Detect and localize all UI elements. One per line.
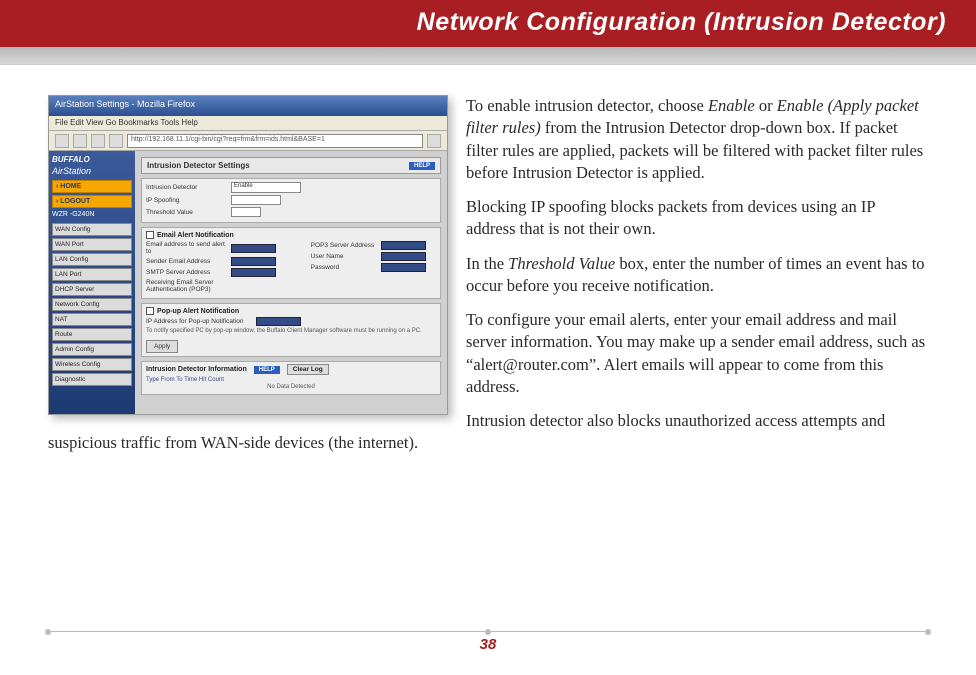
popup-note: To notify specified PC by pop-up window,… — [146, 328, 436, 335]
panel-header: Intrusion Detector Settings HELP — [141, 157, 441, 174]
field-label: POP3 Server Address — [311, 242, 381, 249]
username-input[interactable] — [381, 252, 426, 261]
pop3-server-input[interactable] — [381, 241, 426, 250]
help-button[interactable]: HELP — [254, 366, 280, 374]
sidebar-home[interactable]: › HOME — [52, 180, 132, 193]
sidebar-item[interactable]: Route — [52, 328, 132, 341]
threshold-input[interactable] — [231, 207, 261, 217]
field-label: IP Spoofing — [146, 197, 231, 204]
sidebar-item[interactable]: WAN Config — [52, 223, 132, 236]
section-title: Intrusion Detector Information — [146, 366, 247, 373]
field-label: IP Address for Pop-up Notification — [146, 318, 256, 325]
embedded-screenshot: AirStation Settings - Mozilla Firefox Fi… — [48, 95, 448, 415]
clear-log-button[interactable]: Clear Log — [287, 364, 329, 375]
page-header-banner: Network Configuration (Intrusion Detecto… — [0, 0, 976, 47]
model-number: WZR -G240N — [52, 211, 132, 218]
intrusion-detector-select[interactable]: Enable — [231, 182, 301, 193]
help-button[interactable]: HELP — [409, 162, 435, 170]
sidebar-logout[interactable]: › LOGOUT — [52, 195, 132, 208]
sender-input[interactable] — [231, 257, 276, 266]
stop-icon[interactable] — [109, 134, 123, 148]
header-divider — [0, 47, 976, 65]
field-label: Threshold Value — [146, 209, 231, 216]
section-title: Email Alert Notification — [157, 232, 234, 239]
paragraph-5: Intrusion detector also blocks unauthori… — [48, 410, 928, 455]
password-input[interactable] — [381, 263, 426, 272]
ip-spoofing-input[interactable] — [231, 195, 281, 205]
sidebar-item[interactable]: Admin Config — [52, 343, 132, 356]
field-label: Sender Email Address — [146, 258, 231, 265]
sidebar-item[interactable]: Network Config — [52, 298, 132, 311]
browser-toolbar: http://192.168.11.1/cgi-bin/cgi?req=frm&… — [49, 131, 447, 151]
sidebar-item[interactable]: NAT — [52, 313, 132, 326]
checkbox-icon[interactable] — [146, 307, 154, 315]
go-icon[interactable] — [427, 134, 441, 148]
field-label: Email address to send alert to — [146, 241, 231, 255]
apply-button[interactable]: Apply — [146, 340, 178, 353]
browser-menubar: File Edit View Go Bookmarks Tools Help — [49, 116, 447, 131]
field-label: Intrusion Detector — [146, 184, 231, 191]
panel-title: Intrusion Detector Settings — [147, 161, 250, 170]
page-number: 38 — [48, 636, 928, 653]
router-sidebar: BUFFALO AirStation › HOME › LOGOUT WZR -… — [49, 151, 135, 414]
forward-icon[interactable] — [73, 134, 87, 148]
section-title: Pop-up Alert Notification — [157, 308, 239, 315]
page-content: AirStation Settings - Mozilla Firefox Fi… — [0, 65, 976, 467]
address-bar[interactable]: http://192.168.11.1/cgi-bin/cgi?req=frm&… — [127, 134, 423, 148]
table-header: Type From To Time Hit Count — [146, 377, 436, 384]
reload-icon[interactable] — [91, 134, 105, 148]
field-label: SMTP Server Address — [146, 269, 231, 276]
router-main-panel: Intrusion Detector Settings HELP Intrusi… — [135, 151, 447, 414]
sidebar-item[interactable]: Diagnostic — [52, 373, 132, 386]
page-title: Network Configuration (Intrusion Detecto… — [417, 8, 946, 36]
field-label: User Name — [311, 253, 381, 260]
alert-to-input[interactable] — [231, 244, 276, 253]
sidebar-item[interactable]: WAN Port — [52, 238, 132, 251]
window-titlebar: AirStation Settings - Mozilla Firefox — [49, 96, 447, 116]
checkbox-icon[interactable] — [146, 231, 154, 239]
sidebar-item[interactable]: LAN Port — [52, 268, 132, 281]
sidebar-item[interactable]: LAN Config — [52, 253, 132, 266]
brand-sub: AirStation — [52, 166, 132, 176]
smtp-input[interactable] — [231, 268, 276, 277]
footer-rule — [48, 631, 928, 632]
field-label: Password — [311, 264, 381, 271]
popup-ip-input[interactable] — [256, 317, 301, 326]
field-label: Receiving Email Server Authentication (P… — [146, 279, 231, 293]
sidebar-item[interactable]: DHCP Server — [52, 283, 132, 296]
back-icon[interactable] — [55, 134, 69, 148]
no-data-text: No Data Detected — [146, 384, 436, 391]
page-footer: 38 — [48, 631, 928, 653]
brand-logo: BUFFALO — [52, 155, 132, 164]
sidebar-item[interactable]: Wireless Config — [52, 358, 132, 371]
